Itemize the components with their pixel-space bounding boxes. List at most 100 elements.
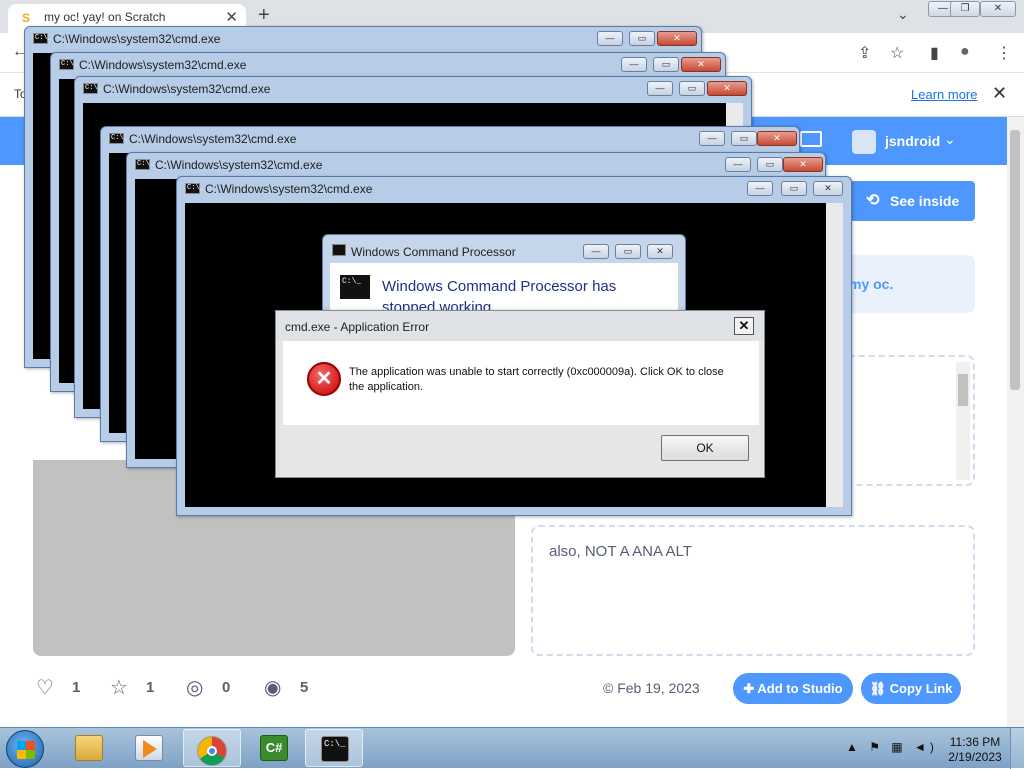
remix-icon: ◎ [186,677,204,699]
see-inside-label: See inside [890,193,960,209]
start-button[interactable] [6,730,44,768]
play-icon [143,740,157,758]
cmd-close-button[interactable]: ✕ [657,31,697,46]
copy-link-button[interactable]: ⛓ Copy Link [861,673,961,704]
windows-taskbar: C# C:\_ ▲ ⚑ ▦ ◄) 11:36 PM 2/19/2023 [0,727,1024,769]
cmd-icon: C:\_ [109,133,128,144]
dialog-titlebar[interactable]: cmd.exe - Application Error ✕ [276,311,764,341]
love-count: 1 [72,679,81,696]
cmd-maximize-button[interactable]: ▭ [731,131,757,146]
page-scroll-thumb[interactable] [1010,130,1020,390]
chrome-center-icon [207,746,217,756]
ok-button[interactable]: OK [661,435,749,461]
share-date: © Feb 19, 2023 [603,680,700,696]
my-stuff-folder-icon[interactable] [800,131,822,147]
instructions-scroll-thumb[interactable] [958,374,968,406]
wcp-close-button[interactable]: ✕ [647,244,673,259]
cmd-taskbar-icon: C:\_ [321,736,349,762]
show-desktop-button[interactable] [1010,728,1024,769]
dialog-title: cmd.exe - Application Error [285,320,430,334]
cmd-close-button[interactable]: ✕ [813,181,843,196]
cmd-maximize-button[interactable]: ▭ [653,57,679,72]
cmd-close-button[interactable]: ✕ [707,81,747,96]
scratch-favicon-icon: S [22,11,31,25]
media-player-icon [135,735,163,761]
cmd-close-button[interactable]: ✕ [757,131,797,146]
nav-username[interactable]: jsndroid [885,133,940,149]
heart-icon: ♡ [36,677,54,699]
cmd-large-icon: C:\_ [340,275,370,299]
taskbar-csharp-app[interactable]: C# [245,729,303,767]
see-inside-icon: ⟲ [866,192,880,209]
clock-date: 2/19/2023 [948,750,1002,764]
folder-icon [75,735,103,761]
tab-search-icon[interactable]: ⌄ [897,6,909,23]
wcp-minimize-button[interactable]: — [583,244,609,259]
taskbar-cmd[interactable]: C:\_ [305,729,363,767]
taskbar-media-player[interactable] [120,729,178,767]
cmd-icon: C:\_ [83,83,102,94]
error-message: The application was unable to start corr… [349,366,724,393]
cmd-minimize-button[interactable]: — [747,181,773,196]
see-inside-button[interactable]: ⟲ See inside [850,181,975,221]
user-avatar[interactable] [852,130,876,154]
user-menu-chevron-icon[interactable]: ⌄ [944,131,956,148]
description-snippet: my oc. [849,276,894,292]
csharp-icon: C# [260,735,288,761]
cmd-minimize-button[interactable]: — [597,31,623,46]
tab-title: my oc! yay! on Scratch [44,10,166,24]
application-error-dialog: cmd.exe - Application Error ✕ ✕ The appl… [275,310,765,478]
dialog-message-area: ✕ The application was unable to start co… [283,341,759,425]
system-tray-icons[interactable]: ▲ ⚑ ▦ ◄) [846,740,938,754]
cmd-minimize-button[interactable]: — [647,81,673,96]
share-icon[interactable]: ⇪ [858,43,871,63]
cmd-window-title: C:\Windows\system32\cmd.exe [129,132,297,146]
cmd-window-title: C:\Windows\system32\cmd.exe [205,182,373,196]
cmd-minimize-button[interactable]: — [725,157,751,172]
cmd-window-title: C:\Windows\system32\cmd.exe [79,58,247,72]
chrome-icon [197,736,227,766]
cmd-icon: C:\_ [33,33,52,44]
cmd-close-button[interactable]: ✕ [783,157,823,172]
bookmark-star-icon[interactable]: ☆ [890,43,904,63]
cmd-window-title: C:\Windows\system32\cmd.exe [53,32,221,46]
cmd-maximize-button[interactable]: ▭ [629,31,655,46]
cmd-icon: C:\_ [59,59,78,70]
cmd-scrollbar[interactable] [826,203,843,507]
clock-time: 11:36 PM [949,735,1001,749]
cmd-maximize-button[interactable]: ▭ [781,181,807,196]
side-panel-icon[interactable]: ▮ [930,43,939,63]
learn-more-link[interactable]: Learn more [911,87,977,102]
dialog-close-button[interactable]: ✕ [734,317,754,335]
browser-menu-icon[interactable]: ⋮ [996,43,1012,63]
cmd-minimize-button[interactable]: — [621,57,647,72]
cmd-minimize-button[interactable]: — [699,131,725,146]
window-restore-button[interactable]: ❐ [950,1,980,17]
notes-credits-box[interactable]: also, NOT A ANA ALT [531,525,975,656]
windows-logo-icon [17,741,35,759]
cmd-icon: C:\_ [185,183,204,194]
cmd-close-button[interactable]: ✕ [681,57,721,72]
error-icon: ✕ [307,362,341,396]
eye-icon: ◉ [264,677,282,699]
wcp-icon [332,244,346,256]
notes-text: also, NOT A ANA ALT [549,543,692,560]
window-close-button[interactable]: ✕ [980,1,1016,17]
taskbar-explorer[interactable] [60,729,118,767]
cmd-icon: C:\_ [135,159,154,170]
views-count: 5 [300,679,309,696]
info-bar-close-icon[interactable]: ✕ [992,83,1007,104]
wcp-maximize-button[interactable]: ▭ [615,244,641,259]
taskbar-chrome[interactable] [183,729,241,767]
tab-close-icon[interactable]: ✕ [225,8,238,26]
add-to-studio-button[interactable]: ✚ Add to Studio [733,673,853,704]
star-icon: ☆ [110,677,128,699]
favorite-count: 1 [146,679,155,696]
cmd-maximize-button[interactable]: ▭ [679,81,705,96]
taskbar-clock[interactable]: 11:36 PM 2/19/2023 [944,735,1006,765]
cmd-maximize-button[interactable]: ▭ [757,157,783,172]
remix-count: 0 [222,679,231,696]
profile-avatar-icon[interactable]: ● [960,43,970,61]
cmd-window-title: C:\Windows\system32\cmd.exe [103,82,271,96]
new-tab-button[interactable]: + [258,4,270,27]
